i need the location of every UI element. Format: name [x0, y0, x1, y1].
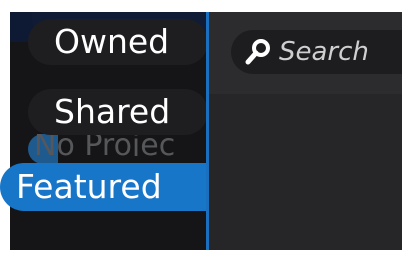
content-area — [209, 94, 402, 250]
main-pane: Search — [209, 12, 402, 250]
search-icon — [245, 39, 270, 65]
sidebar-item-label: Shared — [54, 92, 171, 131]
sidebar-item-shared[interactable]: Shared — [28, 89, 208, 135]
sidebar-item-label: Owned — [54, 22, 170, 61]
search-placeholder: Search — [279, 37, 369, 67]
sidebar-item-label: Featured — [16, 167, 162, 206]
sidebar-item-featured[interactable]: Featured — [0, 163, 210, 211]
sidebar-item-owned[interactable]: Owned — [28, 19, 208, 65]
app-window: Owned No Projec Shared Featured Search — [0, 0, 402, 253]
empty-state-text: No Projec — [34, 134, 176, 156]
search-input[interactable]: Search — [231, 30, 402, 74]
toolbar: Search — [209, 12, 402, 94]
